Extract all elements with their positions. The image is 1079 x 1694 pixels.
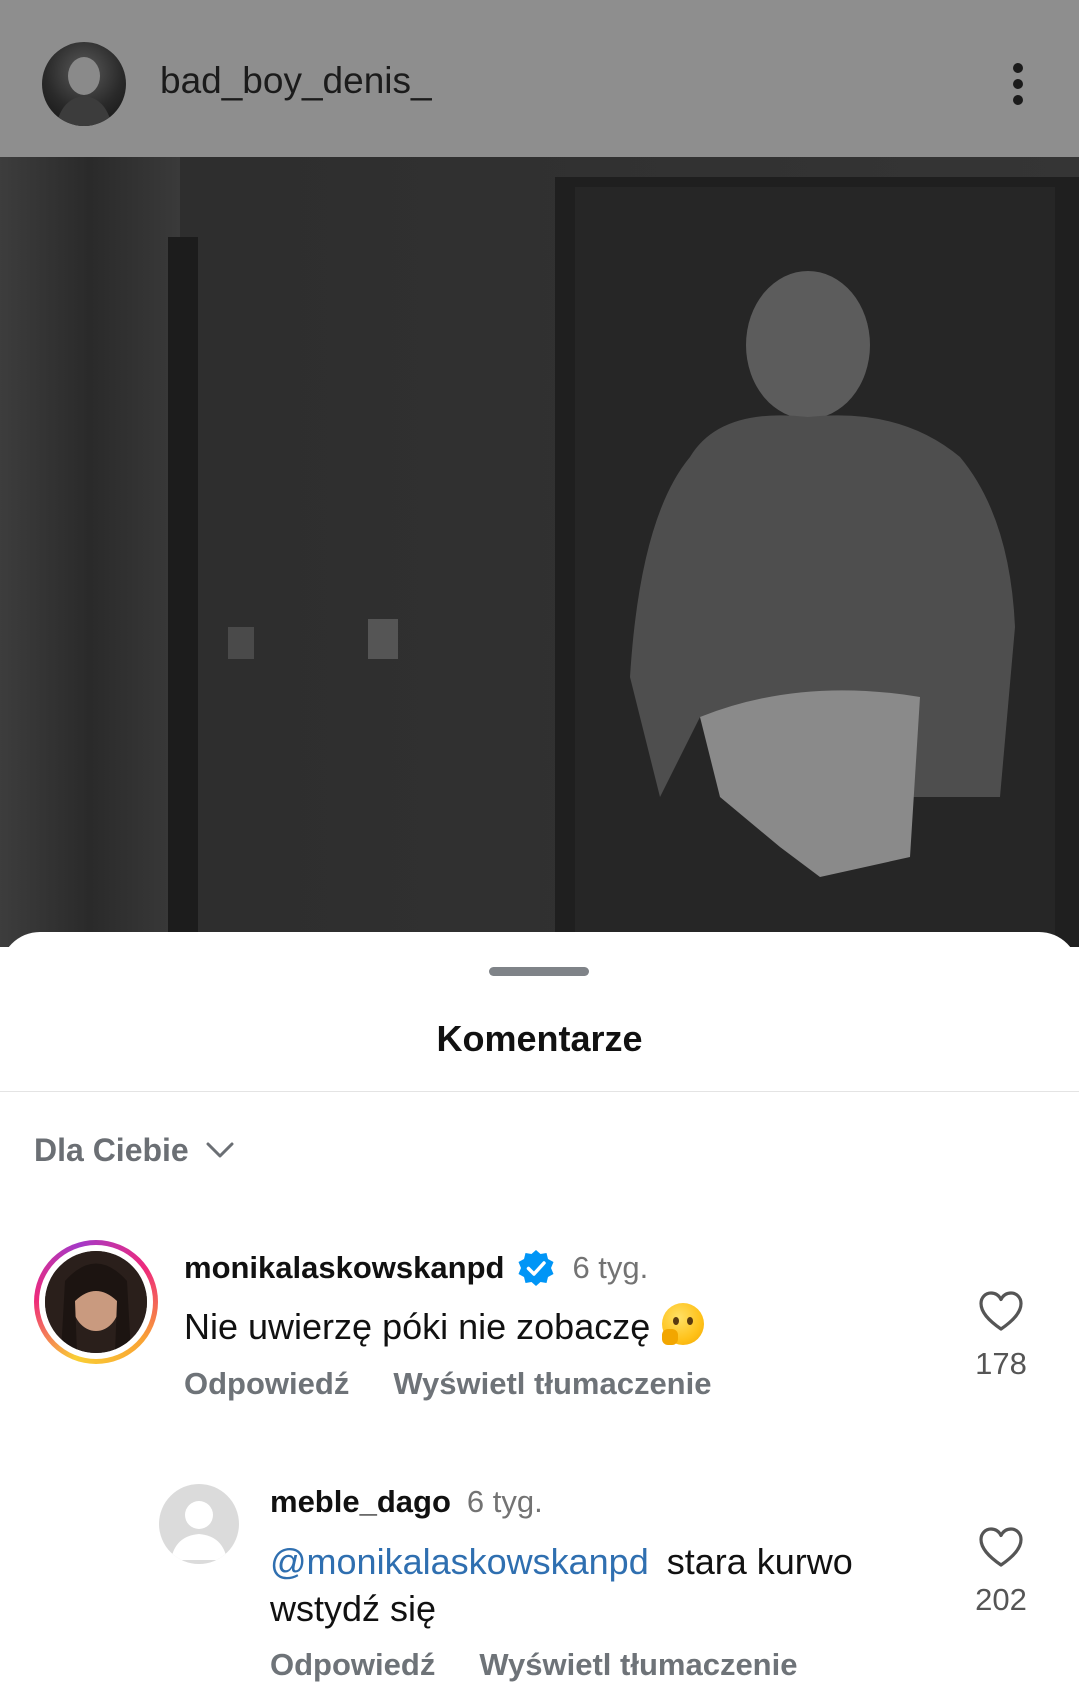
comment-username[interactable]: meble_dago [270, 1484, 451, 1520]
post-photo[interactable] [0, 157, 1079, 947]
post-author-username[interactable]: bad_boy_denis_ [160, 60, 432, 102]
like-column: 202 [956, 1526, 1046, 1618]
comment-timestamp: 6 tyg. [466, 1484, 543, 1519]
reply-item: meble_dago 6 tyg. @monikalaskowskanpd sta… [0, 932, 1079, 1694]
translate-button[interactable]: Wyświetl tłumaczenie [479, 1647, 797, 1683]
post-photo-image [0, 157, 1079, 947]
comments-sheet: Komentarze Dla Ciebie monikalaskowskanpd [0, 932, 1079, 1694]
reply-button[interactable]: Odpowiedź [270, 1647, 435, 1683]
heart-icon[interactable] [978, 1526, 1024, 1568]
post-header: bad_boy_denis_ [0, 0, 1079, 157]
commenter-avatar[interactable] [159, 1484, 239, 1564]
mention-link[interactable]: @monikalaskowskanpd [270, 1541, 649, 1582]
default-avatar-icon [171, 1501, 227, 1560]
comment-text-row: @monikalaskowskanpd stara kurwo wstydź si… [270, 1538, 930, 1632]
like-count: 202 [975, 1582, 1027, 1617]
post-author-avatar[interactable] [42, 42, 126, 126]
more-vertical-icon[interactable] [1000, 60, 1036, 108]
